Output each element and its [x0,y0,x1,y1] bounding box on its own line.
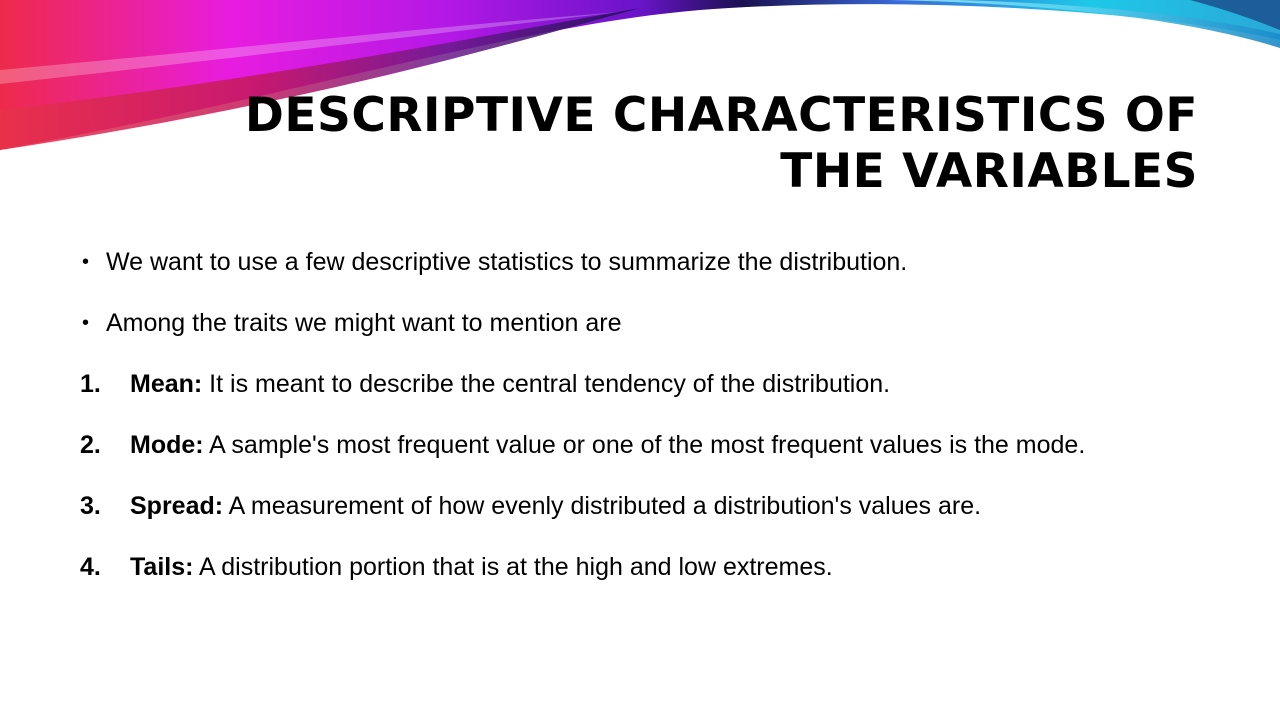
numbered-item-mean: 1. Mean: It is meant to describe the cen… [80,360,1198,408]
bullet-item: • Among the traits we might want to ment… [80,299,1198,347]
bullet-item: • We want to use a few descriptive stati… [80,238,1198,286]
numbered-item-spread: 3. Spread: A measurement of how evenly d… [80,482,1198,530]
item-term: Tails: [130,553,194,581]
item-number: 2. [80,431,101,459]
slide-title: DESCRIPTIVE CHARACTERISTICS OF THE VARIA… [198,88,1198,200]
bullet-text: We want to use a few descriptive statist… [106,248,908,276]
bullet-marker: • [82,312,90,334]
item-number: 3. [80,492,101,520]
title-line-1: DESCRIPTIVE CHARACTERISTICS OF [244,88,1198,143]
numbered-item-tails: 4. Tails: A distribution portion that is… [80,543,1198,591]
bullet-text: Among the traits we might want to mentio… [106,309,622,337]
item-term: Mean: [130,370,203,398]
slide: DESCRIPTIVE CHARACTERISTICS OF THE VARIA… [0,0,1280,720]
item-number: 1. [80,370,101,398]
item-description: A distribution portion that is at the hi… [193,553,833,581]
item-description: A sample's most frequent value or one of… [203,431,1086,459]
item-description: A measurement of how evenly distributed … [223,492,982,520]
numbered-item-mode: 2. Mode: A sample's most frequent value … [80,421,1198,469]
item-term: Mode: [130,431,204,459]
item-term: Spread: [130,492,224,520]
title-line-2: THE VARIABLES [780,144,1198,199]
item-description: It is meant to describe the central tend… [202,370,891,398]
bullet-marker: • [82,251,90,273]
slide-body: • We want to use a few descriptive stati… [80,238,1198,604]
item-number: 4. [80,553,101,581]
